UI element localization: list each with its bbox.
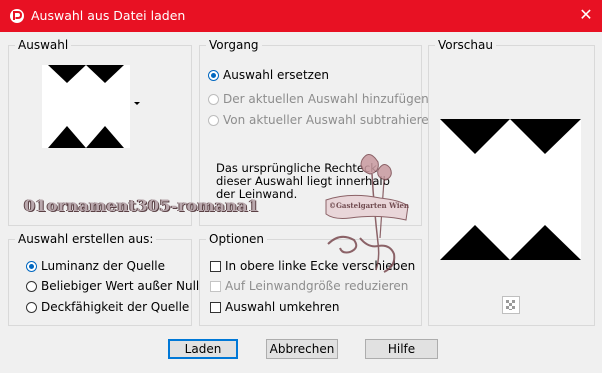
radio-auswahl-ersetzen[interactable]: Auswahl ersetzen xyxy=(208,67,329,83)
filename-overlay: 01ornament305-romana1 xyxy=(24,196,260,215)
radio-label: Luminanz der Quelle xyxy=(41,259,166,273)
help-button[interactable]: Hilfe xyxy=(365,339,438,359)
watermark-lettering: ©Gastelgarten Wien xyxy=(328,201,410,210)
radio-luminanz[interactable]: Luminanz der Quelle xyxy=(26,258,165,274)
checkbox-label: Auswahl umkehren xyxy=(225,300,340,314)
radio-auswahl-hinzufuegen[interactable]: Der aktuellen Auswahl hinzufügen xyxy=(208,91,429,107)
radio-auswahl-subtrahieren[interactable]: Von aktueller Auswahl subtrahieren xyxy=(208,112,436,128)
vorschau-group-title: Vorschau xyxy=(435,37,496,53)
radio-label: Beliebiger Wert außer Null xyxy=(41,279,200,293)
erstellen-group: Auswahl erstellen aus: Luminanz der Quel… xyxy=(8,231,199,326)
window-title: Auswahl aus Datei laden xyxy=(31,8,186,23)
radio-button[interactable] xyxy=(208,115,219,126)
radio-button[interactable] xyxy=(26,281,37,292)
preview-image xyxy=(440,119,581,260)
close-button[interactable]: ✕ xyxy=(570,0,602,32)
vorgang-group-title: Vorgang xyxy=(206,37,262,53)
thumbnail-dropdown-arrow-icon[interactable] xyxy=(134,102,140,105)
cancel-button[interactable]: Abbrechen xyxy=(266,339,338,359)
checkbox-auswahl-umkehren[interactable]: Auswahl umkehren xyxy=(210,299,339,315)
radio-button[interactable] xyxy=(208,94,219,105)
radio-label: Deckfähigkeit der Quelle xyxy=(41,300,190,314)
optionen-group-title: Optionen xyxy=(206,231,268,247)
selection-thumbnail[interactable] xyxy=(42,65,130,148)
checkbox[interactable] xyxy=(210,261,221,272)
checkbox-leinwandgroesse[interactable]: Auf Leinwandgröße reduzieren xyxy=(210,278,408,294)
close-icon: ✕ xyxy=(579,5,593,24)
auswahl-group-title: Auswahl xyxy=(15,37,72,53)
selection-thumbnail-shape xyxy=(48,65,124,148)
radio-deckfaehigkeit[interactable]: Deckfähigkeit der Quelle xyxy=(26,299,189,315)
checkbox-label: Auf Leinwandgröße reduzieren xyxy=(225,279,409,293)
preview-shape xyxy=(440,119,581,260)
radio-button[interactable] xyxy=(208,70,219,81)
watermark-logo: ©Gastelgarten Wien xyxy=(320,148,412,278)
radio-label: Auswahl ersetzen xyxy=(223,68,329,82)
checkbox[interactable] xyxy=(210,302,221,313)
vorschau-group: Vorschau xyxy=(428,37,595,326)
radio-button[interactable] xyxy=(26,261,37,272)
erstellen-group-title: Auswahl erstellen aus: xyxy=(15,231,157,247)
radio-label: Der aktuellen Auswahl hinzufügen xyxy=(223,92,429,106)
app-icon xyxy=(10,9,24,23)
radio-button[interactable] xyxy=(26,302,37,313)
radio-label: Von aktueller Auswahl subtrahieren xyxy=(223,113,437,127)
title-bar: Auswahl aus Datei laden ✕ xyxy=(0,0,602,32)
checkbox[interactable] xyxy=(210,281,221,292)
load-button[interactable]: Laden xyxy=(168,339,238,359)
radio-beliebiger-wert[interactable]: Beliebiger Wert außer Null xyxy=(26,278,199,294)
checker-icon[interactable] xyxy=(502,296,520,314)
